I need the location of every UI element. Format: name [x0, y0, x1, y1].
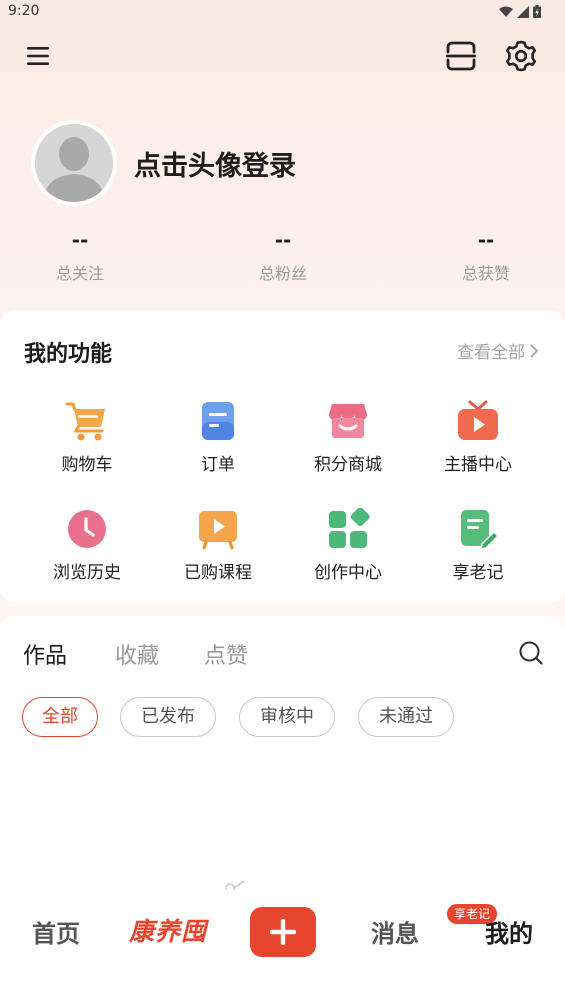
shopping-cart-icon	[65, 402, 105, 441]
nav-home[interactable]: 首页	[32, 914, 80, 949]
func-order-label: 订单	[201, 455, 235, 475]
clock-icon	[68, 510, 106, 548]
filter-published[interactable]: 已发布	[120, 697, 216, 737]
func-live-center[interactable]: 主播中心	[413, 400, 543, 475]
status-bar: 9:20	[0, 0, 565, 24]
stat-fans-label: 总粉丝	[258, 264, 307, 283]
tab-favorites[interactable]: 收藏	[115, 638, 159, 670]
scan-button[interactable]	[444, 40, 478, 72]
signal-icon	[517, 5, 529, 18]
stat-following[interactable]: -- 总关注	[10, 228, 150, 284]
avatar[interactable]	[31, 120, 117, 206]
func-history-label: 浏览历史	[53, 563, 121, 583]
nav-mine[interactable]: 我的	[485, 914, 533, 949]
live-tv-icon	[458, 400, 498, 440]
stat-fans-value: --	[274, 228, 292, 252]
func-shopping-cart[interactable]: 购物车	[22, 400, 152, 475]
func-history[interactable]: 浏览历史	[22, 508, 152, 583]
settings-button[interactable]	[504, 39, 538, 73]
func-points-mall-label: 积分商城	[314, 455, 382, 475]
grid-apps-icon	[329, 508, 370, 548]
functions-title: 我的功能	[24, 342, 113, 367]
stat-likes[interactable]: -- 总获赞	[416, 228, 556, 284]
view-all-label: 查看全部	[457, 343, 525, 363]
filter-all[interactable]: 全部	[22, 697, 98, 737]
default-avatar-icon	[35, 124, 113, 202]
nav-brand-label: 康养囤	[129, 917, 208, 946]
func-courses-label: 已购课程	[184, 563, 252, 583]
plus-icon	[270, 919, 296, 945]
func-order[interactable]: 订单	[153, 400, 283, 475]
search-button[interactable]	[518, 640, 544, 666]
stat-following-label: 总关注	[55, 264, 104, 283]
wifi-icon	[499, 6, 513, 17]
hamburger-menu-icon	[27, 47, 49, 65]
search-icon	[519, 641, 543, 665]
order-icon	[202, 402, 234, 440]
nav-messages[interactable]: 消息	[371, 914, 419, 949]
points-mall-icon	[329, 404, 367, 438]
menu-button[interactable]	[24, 42, 52, 70]
status-icons	[499, 5, 541, 18]
func-live-center-label: 主播中心	[444, 455, 512, 475]
filter-reviewing[interactable]: 审核中	[239, 697, 335, 737]
scan-icon	[446, 41, 476, 71]
note-edit-icon	[461, 510, 500, 550]
stat-following-value: --	[71, 228, 89, 252]
func-courses[interactable]: 已购课程	[153, 508, 283, 583]
play-course-icon	[199, 511, 237, 550]
functions-card: 我的功能 查看全部 购物车 订单 积分商城 主播中心 浏览历史 已购课程 创作中…	[0, 310, 565, 602]
stat-fans[interactable]: -- 总粉丝	[213, 228, 353, 284]
tab-works[interactable]: 作品	[23, 638, 67, 670]
filter-rejected[interactable]: 未通过	[358, 697, 454, 737]
func-shopping-cart-label: 购物车	[61, 455, 113, 475]
func-notes-label: 享老记	[452, 563, 504, 583]
func-creation-center-label: 创作中心	[314, 563, 382, 583]
func-notes[interactable]: 享老记	[413, 508, 543, 583]
func-points-mall[interactable]: 积分商城	[283, 400, 413, 475]
status-time: 9:20	[8, 3, 40, 19]
stat-likes-label: 总获赞	[461, 264, 510, 283]
chevron-right-icon	[530, 343, 539, 358]
login-prompt[interactable]: 点击头像登录	[134, 144, 296, 183]
gear-icon	[505, 40, 537, 72]
nav-brand[interactable]: 康养囤	[129, 912, 207, 948]
view-all-link[interactable]: 查看全部	[457, 338, 539, 363]
tab-likes[interactable]: 点赞	[204, 638, 248, 670]
create-button[interactable]	[250, 907, 316, 957]
stat-likes-value: --	[477, 228, 495, 252]
battery-icon	[533, 5, 541, 18]
func-creation-center[interactable]: 创作中心	[283, 508, 413, 583]
bottom-nav: 首页 康养囤 消息 享老记 我的	[0, 890, 565, 1004]
